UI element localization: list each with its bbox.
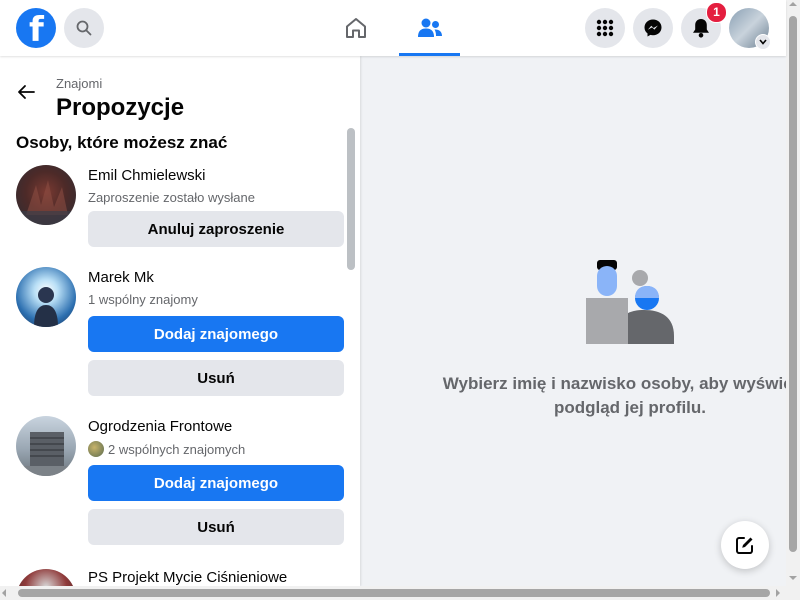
search-icon: [76, 20, 92, 36]
vertical-scroll-thumb[interactable]: [789, 16, 797, 552]
search-button[interactable]: [64, 8, 104, 48]
messenger-button[interactable]: [633, 8, 673, 48]
section-title: Osoby, które możesz znać: [16, 133, 228, 152]
avatar[interactable]: [16, 267, 76, 327]
scroll-left-arrow[interactable]: [2, 589, 6, 597]
sidebar-scrollbar[interactable]: [347, 128, 355, 270]
add-friend-button[interactable]: Dodaj znajomego: [88, 316, 344, 352]
empty-state-message: Wybierz imię i nazwisko osoby, aby wyświ…: [400, 372, 786, 420]
notification-badge: 1: [706, 2, 727, 23]
compose-icon: [736, 537, 753, 554]
tab-home[interactable]: [326, 0, 386, 56]
person-name[interactable]: Marek Mk: [88, 269, 154, 286]
avatar[interactable]: [16, 569, 76, 586]
avatar[interactable]: [16, 416, 76, 476]
arrow-left-icon: [18, 85, 35, 99]
tab-friends[interactable]: [399, 0, 460, 56]
home-icon: [346, 18, 366, 38]
person-name[interactable]: Ogrodzenia Frontowe: [88, 418, 232, 435]
add-friend-button[interactable]: Dodaj znajomego: [88, 465, 344, 501]
back-button[interactable]: [10, 76, 42, 108]
page-horizontal-scrollbar[interactable]: [0, 586, 800, 600]
friends-illustration: [586, 260, 674, 344]
menu-button[interactable]: [585, 8, 625, 48]
new-message-button[interactable]: [721, 521, 769, 569]
friends-icon: [417, 18, 442, 37]
person-name[interactable]: PS Projekt Mycie Ciśnieniowe: [88, 569, 287, 586]
cancel-request-button[interactable]: Anuluj zaproszenie: [88, 211, 344, 247]
scroll-right-arrow[interactable]: [776, 589, 780, 597]
horizontal-scroll-thumb[interactable]: [18, 589, 770, 597]
remove-button[interactable]: Usuń: [88, 360, 344, 396]
page-title: Propozycje: [56, 94, 185, 121]
messenger-icon: [644, 19, 662, 37]
account-menu-toggle[interactable]: [755, 34, 771, 50]
mutual-friends[interactable]: 2 wspólnych znajomych: [88, 441, 245, 457]
facebook-logo[interactable]: f: [16, 8, 56, 50]
friends-suggestions-sidebar: Znajomi Propozycje Osoby, które możesz z…: [0, 56, 360, 586]
mutual-friends-label: 2 wspólnych znajomych: [108, 441, 246, 457]
page-vertical-scrollbar[interactable]: [786, 0, 800, 586]
chevron-down-icon: [759, 39, 767, 45]
top-navigation-bar: f 1: [0, 0, 786, 56]
profile-preview-area: Wybierz imię i nazwisko osoby, aby wyświ…: [360, 56, 786, 586]
menu-grid-icon: [596, 19, 614, 37]
bell-icon: [693, 19, 709, 38]
empty-state-line-2: podgląd jej profilu.: [553, 398, 707, 417]
scroll-up-arrow[interactable]: [789, 2, 797, 6]
empty-state-line-1: Wybierz imię i nazwisko osoby, aby wyświ…: [442, 374, 786, 393]
person-status: Zaproszenie zostało wysłane: [88, 190, 255, 205]
avatar[interactable]: [16, 165, 76, 225]
logo-letter: f: [29, 10, 44, 50]
mutual-friends[interactable]: 1 wspólny znajomy: [88, 292, 198, 307]
scroll-down-arrow[interactable]: [789, 576, 797, 580]
remove-button[interactable]: Usuń: [88, 509, 344, 545]
mutual-friend-avatar: [88, 441, 104, 457]
person-name[interactable]: Emil Chmielewski: [88, 167, 206, 184]
breadcrumb[interactable]: Znajomi: [56, 76, 102, 91]
